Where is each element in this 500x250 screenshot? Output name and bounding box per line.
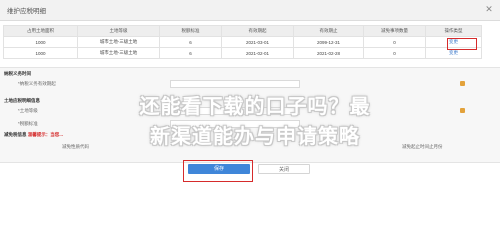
col-header-tax-standard: 税额标准 — [159, 25, 222, 37]
close-icon[interactable]: ✕ — [484, 4, 494, 14]
change-highlight-box — [447, 38, 477, 50]
calendar-icon[interactable] — [460, 81, 465, 86]
overlay-caption-line1: 还能看下载的口子吗？最 — [139, 96, 371, 118]
cell-area: 1000 — [3, 36, 78, 48]
tax-standard-label: *税额标准 — [18, 121, 38, 126]
cell-land-grade: 城市土地-三级土地 — [77, 36, 160, 48]
col-header-operation: 操作类型 — [425, 25, 482, 37]
col-header-valid-from: 有效期起 — [221, 25, 294, 37]
dialog-title: 维护应税明细 — [7, 8, 46, 15]
overlay-caption-line2: 新渠道能办与申请策略 — [150, 126, 360, 148]
table-row: 1000 城市土地-三级土地 6 2021-02-01 2021-02-28 0… — [3, 47, 482, 59]
close-button[interactable]: 关闭 — [258, 164, 310, 174]
land-grade-label: *土地等级 — [18, 108, 38, 113]
col-header-exempt-count: 减免事项数量 — [363, 25, 426, 37]
dialog-header: 维护应税明细 ✕ — [0, 0, 500, 21]
col-header-area: 占用土地面积 — [3, 25, 78, 37]
table-row: 1000 城市土地-三级土地 6 2021-03-01 2099-12-31 0… — [3, 36, 482, 48]
cell-valid-to: 2099-12-31 — [293, 36, 364, 48]
change-link[interactable]: 变更 — [449, 50, 458, 55]
cell-valid-from: 2021-02-01 — [221, 47, 294, 59]
cell-area: 1000 — [3, 47, 78, 59]
cell-exempt-count: 0 — [363, 36, 426, 48]
tax-period-input[interactable] — [170, 80, 300, 88]
cell-tax-standard: 6 — [159, 47, 222, 59]
cell-valid-from: 2021-03-01 — [221, 36, 294, 48]
cell-tax-standard: 6 — [159, 36, 222, 48]
col-header-land-grade: 土地等级 — [77, 25, 160, 37]
cell-exempt-count: 0 — [363, 47, 426, 59]
save-button[interactable]: 保存 — [188, 164, 250, 174]
tax-period-label: *纳税义务有效期起 — [18, 81, 56, 86]
tax-detail-table: 占用土地面积 土地等级 税额标准 有效期起 有效期止 减免事项数量 操作类型 1… — [3, 25, 482, 59]
table-header-row: 占用土地面积 土地等级 税额标准 有效期起 有效期止 减免事项数量 操作类型 — [3, 25, 482, 37]
col-header-valid-to: 有效期止 — [293, 25, 364, 37]
exempt-section-label: 减免税信息 — [4, 132, 27, 137]
land-info-section-title: 土地应税明细信息 — [4, 98, 40, 103]
tax-period-section-title: 纳税义务时间 — [4, 71, 31, 76]
calendar-icon[interactable] — [460, 108, 465, 113]
cell-valid-to: 2021-02-28 — [293, 47, 364, 59]
cell-land-grade: 城市土地-三级土地 — [77, 47, 160, 59]
